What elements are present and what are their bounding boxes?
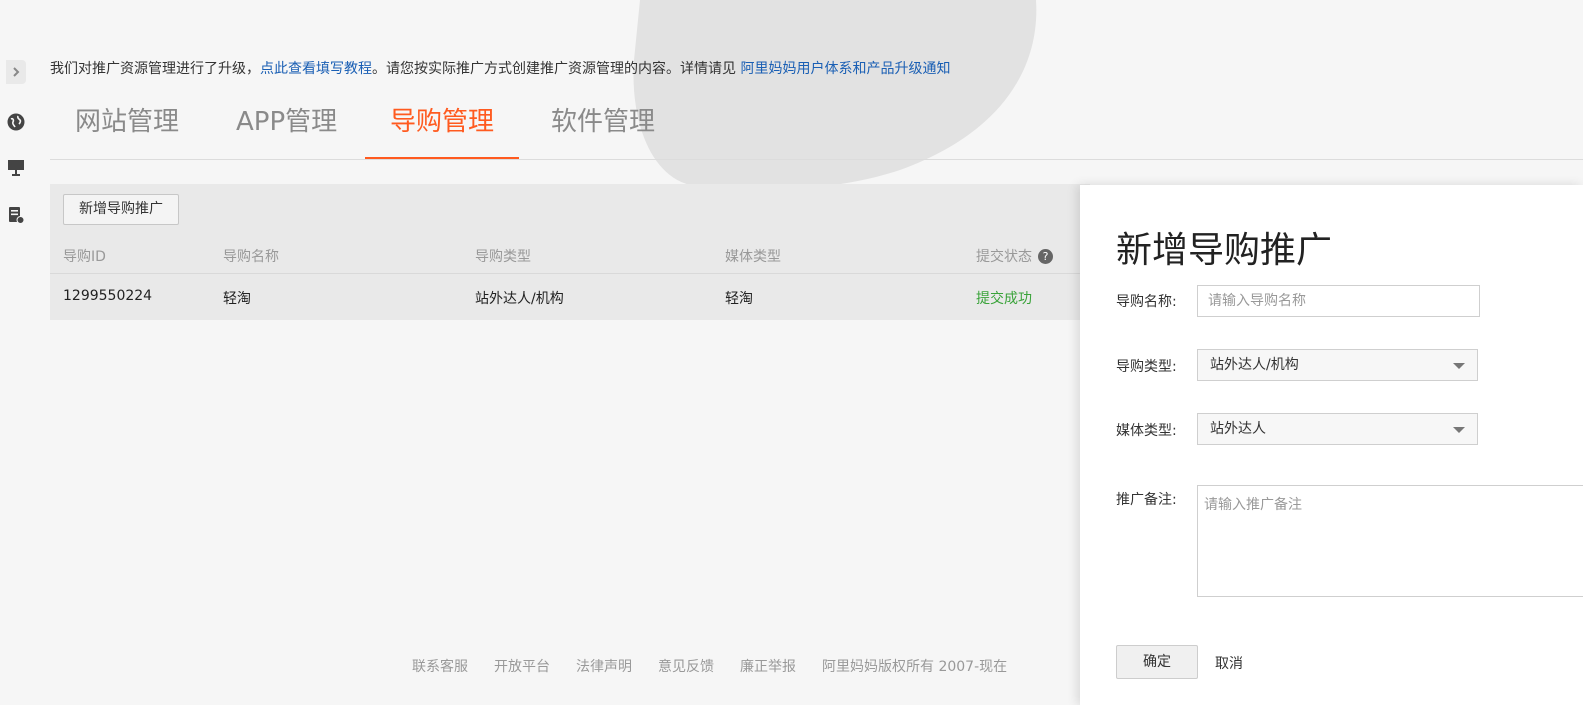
- footer-link-support[interactable]: 联系客服: [412, 659, 468, 675]
- globe-icon[interactable]: [6, 112, 26, 132]
- sidebar-toggle-button[interactable]: [6, 60, 26, 84]
- column-header: 提交状态: [976, 249, 1032, 265]
- chevron-right-icon: [13, 67, 20, 77]
- guide-name-cell: 轻淘: [223, 291, 251, 307]
- column-header-status: 提交状态?: [976, 246, 1053, 266]
- footer-link-feedback[interactable]: 意见反馈: [658, 659, 714, 675]
- drawer-title: 新增导购推广: [1116, 230, 1333, 271]
- footer-link-legal[interactable]: 法律声明: [576, 659, 632, 675]
- confirm-button[interactable]: 确定: [1116, 645, 1198, 679]
- media-type-value: 站外达人: [1210, 421, 1266, 437]
- document-list-icon[interactable]: [6, 205, 26, 225]
- chevron-down-icon: [1453, 427, 1465, 433]
- remark-label: 推广备注:: [1116, 492, 1177, 508]
- footer-link-report[interactable]: 廉正举报: [740, 659, 796, 675]
- guide-type-value: 站外达人/机构: [1210, 357, 1299, 373]
- guide-type-label: 导购类型:: [1116, 359, 1177, 375]
- status-badge: 提交成功: [976, 291, 1032, 307]
- upgrade-notice: 我们对推广资源管理进行了升级，点此查看填写教程。请您按实际推广方式创建推广资源管…: [50, 58, 950, 78]
- guide-name-input[interactable]: [1197, 285, 1480, 317]
- chevron-down-icon: [1453, 363, 1465, 369]
- table-row[interactable]: 1299550224 轻淘 站外达人/机构 轻淘 提交成功: [50, 274, 1090, 320]
- column-header: 媒体类型: [725, 249, 781, 265]
- remark-textarea[interactable]: [1197, 485, 1583, 597]
- column-header: 导购名称: [223, 249, 279, 265]
- resource-tabs: 网站管理 APP管理 导购管理 软件管理: [50, 98, 1583, 160]
- footer: 联系客服 开放平台 法律声明 意见反馈 廉正举报 阿里妈妈版权所有 2007-现在: [412, 656, 1033, 676]
- add-guide-drawer: 新增导购推广 导购名称: 导购类型: 站外达人/机构 媒体类型: 站外达人 推广…: [1080, 185, 1583, 705]
- notice-text-middle: 。请您按实际推广方式创建推广资源管理的内容。详情请见: [372, 61, 741, 77]
- column-header: 导购类型: [475, 249, 531, 265]
- notice-text: 我们对推广资源管理进行了升级，: [50, 61, 260, 77]
- add-guide-button[interactable]: 新增导购推广: [63, 194, 179, 225]
- column-header: 导购ID: [63, 249, 106, 265]
- media-type-select[interactable]: 站外达人: [1197, 413, 1478, 445]
- guide-list-panel: 新增导购推广 导购ID 导购名称 导购类型 媒体类型 提交状态? 1299550…: [50, 184, 1090, 320]
- media-type-label: 媒体类型:: [1116, 423, 1177, 439]
- tab-shopping-guide[interactable]: 导购管理: [365, 98, 520, 159]
- tab-software[interactable]: 软件管理: [526, 98, 680, 159]
- footer-link-open-platform[interactable]: 开放平台: [494, 659, 550, 675]
- tab-app[interactable]: APP管理: [211, 98, 362, 159]
- footer-copyright: 阿里妈妈版权所有 2007-现在: [822, 659, 1008, 675]
- media-type-cell: 轻淘: [725, 291, 753, 307]
- cancel-button[interactable]: 取消: [1215, 653, 1243, 673]
- guide-id-cell: 1299550224: [63, 288, 153, 304]
- guide-type-cell: 站外达人/机构: [475, 291, 564, 307]
- guide-type-select[interactable]: 站外达人/机构: [1197, 349, 1478, 381]
- tutorial-link[interactable]: 点此查看填写教程: [260, 61, 372, 77]
- upgrade-notice-link[interactable]: 阿里妈妈用户体系和产品升级通知: [740, 61, 950, 77]
- guide-name-label: 导购名称:: [1116, 294, 1177, 310]
- monitor-icon[interactable]: [6, 158, 26, 178]
- table-header: 导购ID 导购名称 导购类型 媒体类型 提交状态?: [50, 240, 1090, 274]
- tab-website[interactable]: 网站管理: [50, 98, 204, 159]
- help-icon[interactable]: ?: [1038, 249, 1053, 264]
